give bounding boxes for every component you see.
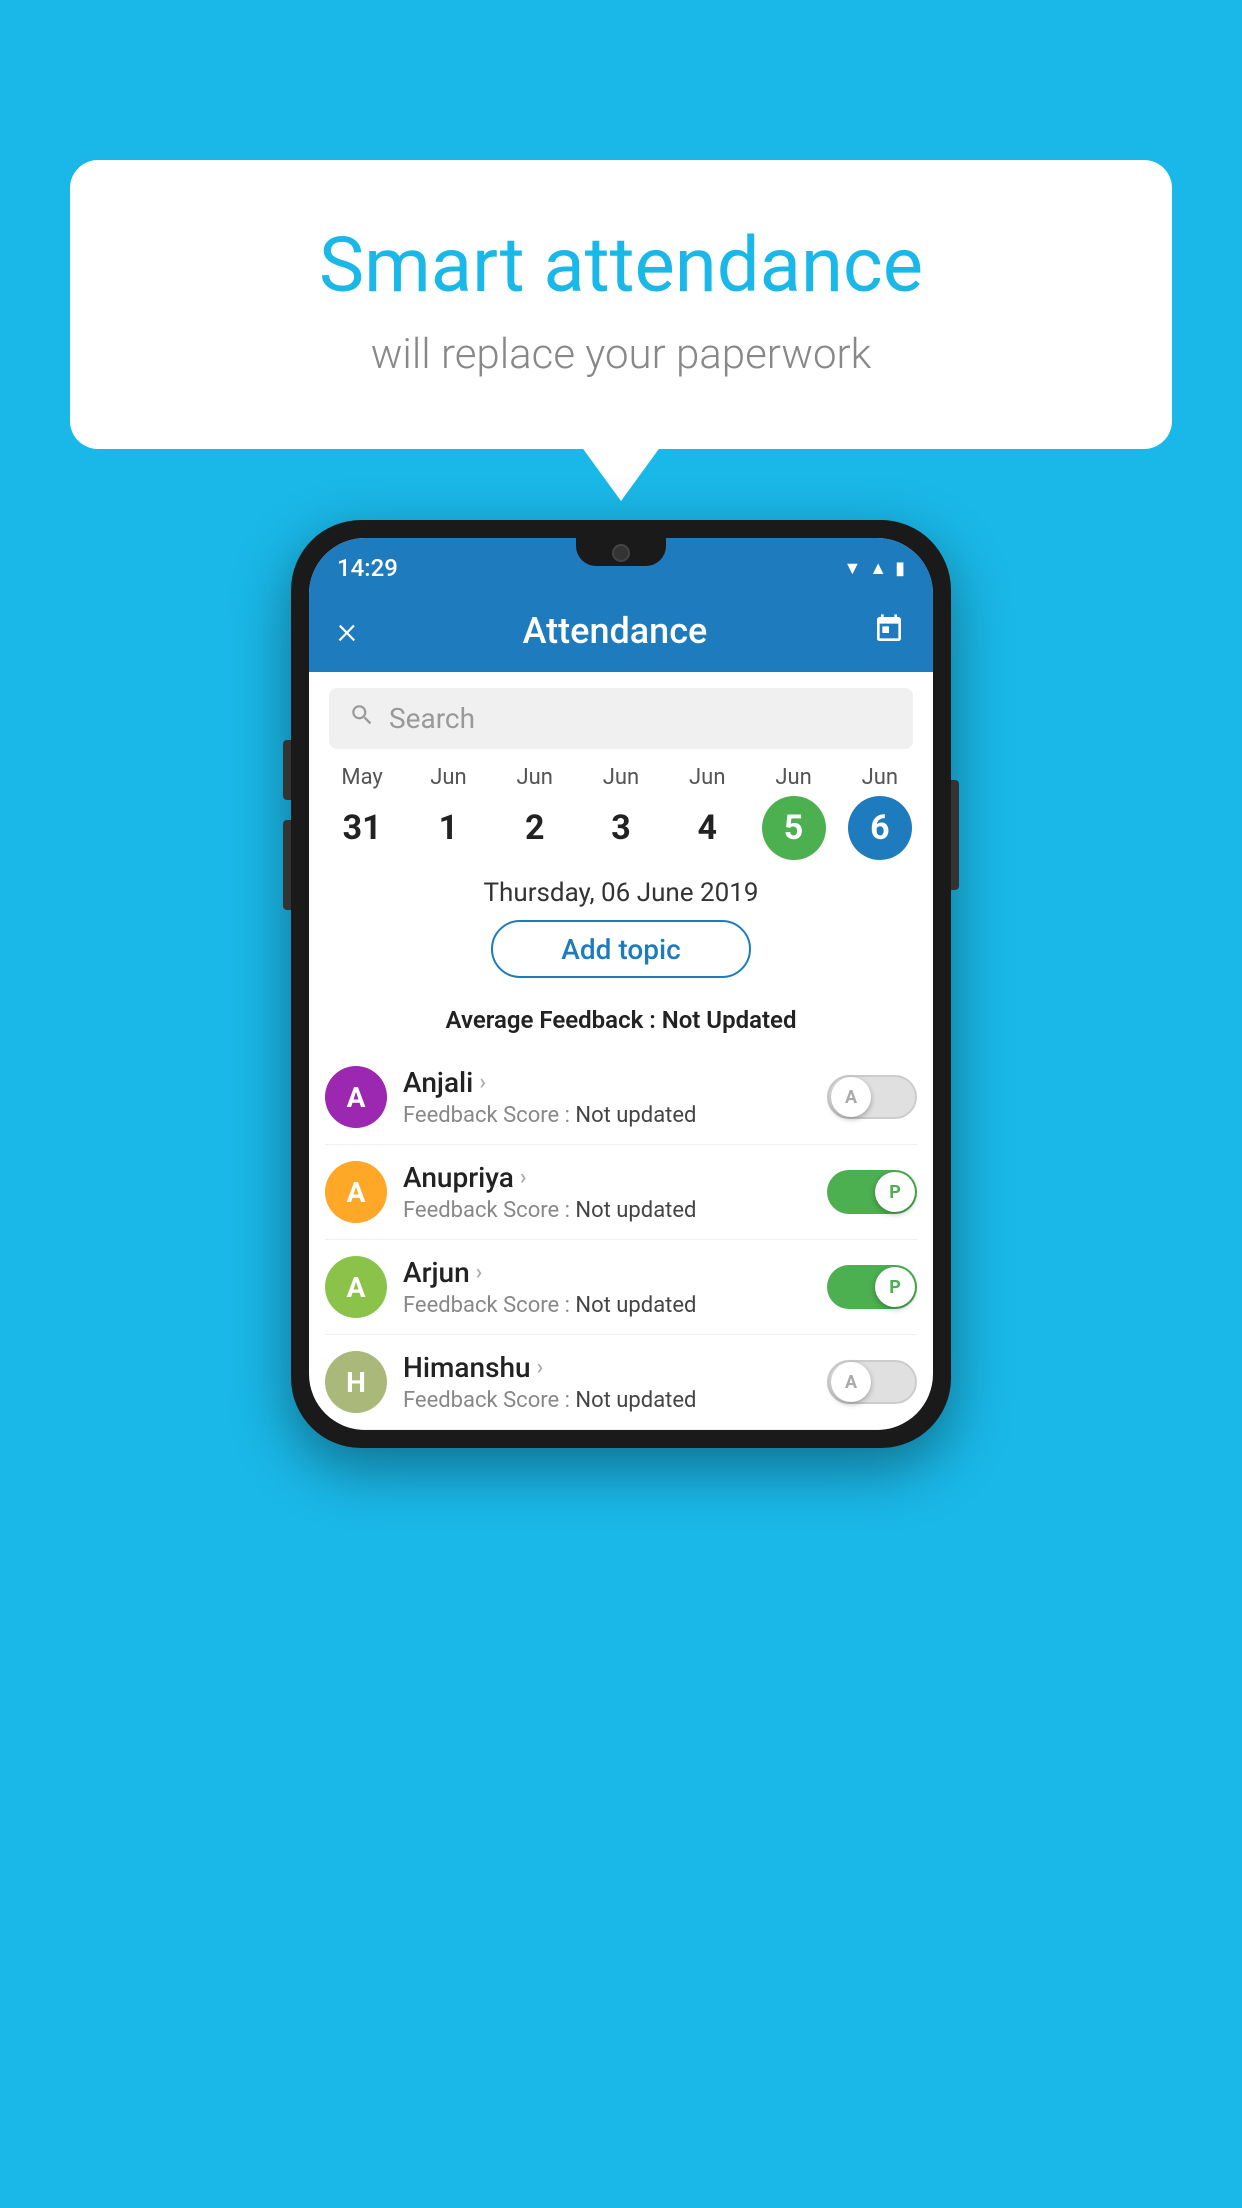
cal-month-label: Jun (603, 765, 639, 790)
student-info: Arjun › Feedback Score : Not updated (403, 1256, 811, 1318)
student-info: Himanshu › Feedback Score : Not updated (403, 1351, 811, 1413)
cal-month-label: May (341, 765, 382, 790)
attendance-toggle[interactable]: P (827, 1170, 917, 1214)
phone-notch (576, 538, 666, 566)
student-name: Anupriya › (403, 1161, 811, 1194)
student-name: Anjali › (403, 1066, 811, 1099)
close-button[interactable]: × (337, 609, 357, 653)
app-bar-title: Attendance (523, 610, 708, 652)
cal-month-label: Jun (689, 765, 725, 790)
calendar-icon[interactable] (873, 613, 905, 649)
bubble-title: Smart attendance (150, 220, 1092, 310)
cal-date-number[interactable]: 2 (503, 796, 567, 860)
calendar-day[interactable]: May 31 (322, 765, 402, 860)
student-name: Arjun › (403, 1256, 811, 1289)
status-time: 14:29 (337, 554, 398, 582)
student-avatar: H (325, 1351, 387, 1413)
calendar-day[interactable]: Jun 3 (581, 765, 661, 860)
cal-date-number[interactable]: 1 (416, 796, 480, 860)
student-avatar: A (325, 1066, 387, 1128)
calendar-day[interactable]: Jun 5 (754, 765, 834, 860)
student-item[interactable]: A Anupriya › Feedback Score : Not updated P (325, 1145, 917, 1240)
cal-date-number[interactable]: 3 (589, 796, 653, 860)
student-info: Anupriya › Feedback Score : Not updated (403, 1161, 811, 1223)
attendance-toggle[interactable]: A (827, 1075, 917, 1119)
front-camera (612, 544, 630, 562)
signal-icon: ▲ (869, 558, 887, 579)
calendar-day[interactable]: Jun 4 (667, 765, 747, 860)
student-item[interactable]: A Arjun › Feedback Score : Not updated P (325, 1240, 917, 1335)
add-topic-label: Add topic (561, 933, 680, 966)
toggle-knob: P (875, 1267, 915, 1307)
speech-bubble: Smart attendance will replace your paper… (70, 160, 1172, 449)
student-avatar: A (325, 1161, 387, 1223)
student-feedback: Feedback Score : Not updated (403, 1293, 811, 1318)
student-feedback: Feedback Score : Not updated (403, 1198, 811, 1223)
cal-date-number[interactable]: 6 (848, 796, 912, 860)
selected-date: Thursday, 06 June 2019 (309, 878, 933, 908)
chevron-right-icon: › (479, 1070, 486, 1095)
calendar-row: May 31 Jun 1 Jun 2 Jun 3 Jun 4 Jun 5 Jun 6 (309, 765, 933, 860)
search-icon (349, 702, 375, 735)
add-topic-button[interactable]: Add topic (491, 920, 751, 978)
cal-month-label: Jun (516, 765, 552, 790)
volume-up-button (283, 740, 291, 800)
attendance-toggle[interactable]: A (827, 1360, 917, 1404)
phone-outer: 14:29 ▼ ▲ ▮ × Attendance (291, 520, 951, 1448)
volume-down-button (283, 820, 291, 910)
toggle-knob: P (875, 1172, 915, 1212)
toggle-knob: A (831, 1362, 871, 1402)
average-feedback: Average Feedback : Not Updated (309, 1006, 933, 1034)
status-icons: ▼ ▲ ▮ (843, 558, 905, 579)
cal-month-label: Jun (430, 765, 466, 790)
chevron-right-icon: › (537, 1355, 544, 1380)
student-feedback: Feedback Score : Not updated (403, 1388, 811, 1413)
student-info: Anjali › Feedback Score : Not updated (403, 1066, 811, 1128)
phone-mockup: 14:29 ▼ ▲ ▮ × Attendance (291, 520, 951, 1448)
avg-feedback-value: Not Updated (662, 1006, 797, 1034)
wifi-icon: ▼ (843, 558, 861, 579)
battery-icon: ▮ (895, 558, 905, 579)
cal-date-number[interactable]: 4 (675, 796, 739, 860)
bubble-subtitle: will replace your paperwork (150, 330, 1092, 379)
cal-date-number[interactable]: 31 (330, 796, 394, 860)
chevron-right-icon: › (520, 1165, 527, 1190)
search-bar[interactable]: Search (329, 688, 913, 749)
chevron-right-icon: › (476, 1260, 483, 1285)
phone-screen: 14:29 ▼ ▲ ▮ × Attendance (309, 538, 933, 1430)
calendar-day[interactable]: Jun 2 (495, 765, 575, 860)
cal-date-number[interactable]: 5 (762, 796, 826, 860)
power-button (951, 780, 959, 890)
student-feedback: Feedback Score : Not updated (403, 1103, 811, 1128)
student-item[interactable]: H Himanshu › Feedback Score : Not updated A (325, 1335, 917, 1430)
cal-month-label: Jun (862, 765, 898, 790)
student-avatar: A (325, 1256, 387, 1318)
app-bar: × Attendance (309, 590, 933, 672)
student-list: AAnjali ›Feedback Score : Not updatedAAA… (309, 1050, 933, 1430)
attendance-toggle[interactable]: P (827, 1265, 917, 1309)
student-item[interactable]: A Anjali › Feedback Score : Not updated A (325, 1050, 917, 1145)
search-placeholder: Search (389, 702, 475, 735)
cal-month-label: Jun (775, 765, 811, 790)
speech-bubble-container: Smart attendance will replace your paper… (70, 160, 1172, 449)
student-name: Himanshu › (403, 1351, 811, 1384)
calendar-day[interactable]: Jun 6 (840, 765, 920, 860)
toggle-knob: A (831, 1077, 871, 1117)
calendar-day[interactable]: Jun 1 (408, 765, 488, 860)
avg-feedback-label: Average Feedback : (446, 1006, 656, 1034)
